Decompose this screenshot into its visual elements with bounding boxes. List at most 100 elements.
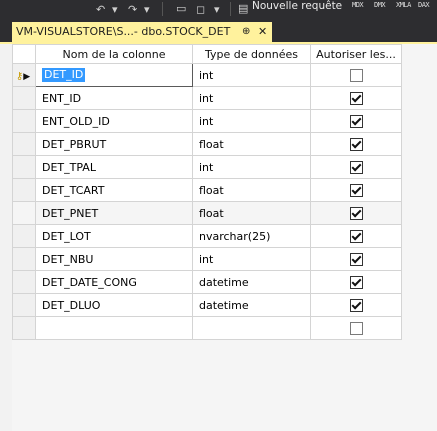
column-name-cell[interactable]: DET_PBRUT — [35, 132, 193, 156]
mdx-query-button[interactable]: MDX — [352, 1, 364, 9]
column-name-text: DET_TPAL — [42, 160, 96, 174]
allow-nulls-cell — [310, 247, 402, 271]
data-type-cell[interactable]: int — [192, 155, 311, 179]
row-selector-primary-key[interactable]: ⚷▶ — [12, 63, 36, 87]
table-row[interactable]: DET_DATE_CONG datetime — [12, 270, 402, 294]
allow-nulls-checkbox[interactable] — [349, 91, 363, 105]
data-type-header[interactable]: Type de données — [192, 44, 311, 64]
column-name-cell[interactable] — [35, 316, 193, 340]
row-selector[interactable] — [12, 132, 36, 156]
dax-query-button[interactable]: DAX — [418, 1, 430, 9]
data-type-cell[interactable]: datetime — [192, 293, 311, 317]
grid-header-row: Nom de la colonne Type de données Autori… — [12, 44, 402, 64]
column-name-cell[interactable]: DET_DATE_CONG — [35, 270, 193, 294]
allow-nulls-checkbox[interactable] — [349, 68, 363, 82]
column-name-cell[interactable]: DET_LOT — [35, 224, 193, 248]
data-type-cell[interactable]: datetime — [192, 270, 311, 294]
data-type-text: datetime — [199, 275, 249, 289]
column-name-cell[interactable]: ENT_ID — [35, 86, 193, 110]
allow-nulls-checkbox[interactable] — [349, 160, 363, 174]
data-type-text: int — [199, 160, 214, 174]
column-name-header[interactable]: Nom de la colonne — [35, 44, 193, 64]
allow-nulls-cell — [310, 63, 402, 87]
table-row[interactable]: DET_DLUO datetime — [12, 293, 402, 317]
column-name-text: DET_PBRUT — [42, 137, 107, 151]
open-folder-icon[interactable]: ▭ — [176, 2, 186, 15]
column-name-cell[interactable]: DET_NBU — [35, 247, 193, 271]
table-row[interactable]: DET_PBRUT float — [12, 132, 402, 156]
new-query-button[interactable]: Nouvelle requête — [252, 0, 342, 12]
row-selector[interactable] — [12, 247, 36, 271]
data-type-cell[interactable]: float — [192, 178, 311, 202]
data-type-cell[interactable]: int — [192, 63, 311, 87]
undo-icon[interactable]: ↶ — [96, 3, 105, 16]
allow-nulls-checkbox[interactable] — [349, 137, 363, 151]
allow-nulls-cell — [310, 201, 402, 225]
column-name-cell[interactable]: DET_PNET — [35, 201, 193, 225]
allow-nulls-checkbox[interactable] — [349, 275, 363, 289]
allow-nulls-checkbox[interactable] — [349, 183, 363, 197]
allow-nulls-checkbox[interactable] — [349, 298, 363, 312]
data-type-cell[interactable] — [192, 316, 311, 340]
row-selector[interactable] — [12, 224, 36, 248]
column-name-cell[interactable]: DET_ID — [35, 63, 193, 87]
data-type-cell[interactable]: float — [192, 201, 311, 225]
data-type-cell[interactable]: int — [192, 109, 311, 133]
row-selector[interactable] — [12, 178, 36, 202]
allow-nulls-cell — [310, 155, 402, 179]
table-row[interactable]: ENT_ID int — [12, 86, 402, 110]
column-name-text: ENT_ID — [42, 91, 82, 105]
new-query-icon[interactable]: ▤ — [238, 2, 248, 15]
data-type-text: datetime — [199, 298, 249, 312]
table-row[interactable]: ⚷▶ DET_ID int — [12, 63, 402, 87]
table-row[interactable]: DET_PNET float — [12, 201, 402, 225]
allow-nulls-cell — [310, 132, 402, 156]
allow-nulls-checkbox[interactable] — [349, 321, 363, 335]
column-name-text: DET_DLUO — [42, 298, 101, 312]
allow-nulls-checkbox[interactable] — [349, 206, 363, 220]
corner-cell — [12, 44, 36, 64]
close-icon[interactable]: ✕ — [258, 22, 267, 42]
row-selector[interactable] — [12, 270, 36, 294]
pin-icon[interactable]: ⊕ — [242, 22, 250, 42]
data-type-text: nvarchar(25) — [199, 229, 271, 243]
redo-icon[interactable]: ↷ — [128, 3, 137, 16]
data-type-cell[interactable]: int — [192, 247, 311, 271]
dmx-query-button[interactable]: DMX — [374, 1, 386, 9]
row-selector[interactable] — [12, 201, 36, 225]
allow-nulls-header[interactable]: Autoriser les... — [310, 44, 402, 64]
allow-nulls-cell — [310, 109, 402, 133]
data-type-cell[interactable]: nvarchar(25) — [192, 224, 311, 248]
table-row[interactable]: ENT_OLD_ID int — [12, 109, 402, 133]
save-dropdown-icon[interactable]: ▾ — [214, 3, 220, 16]
row-selector[interactable] — [12, 155, 36, 179]
document-tab-strip: VM-VISUALSTORE\S...- dbo.STOCK_DET ⊕ ✕ — [0, 20, 437, 42]
table-row[interactable]: DET_TPAL int — [12, 155, 402, 179]
column-name-text: DET_PNET — [42, 206, 99, 220]
data-type-cell[interactable]: int — [192, 86, 311, 110]
data-type-cell[interactable]: float — [192, 132, 311, 156]
row-selector[interactable] — [12, 293, 36, 317]
document-tab[interactable]: VM-VISUALSTORE\S...- dbo.STOCK_DET ⊕ ✕ — [12, 22, 272, 42]
table-row[interactable] — [12, 316, 402, 340]
column-name-text: DET_NBU — [42, 252, 94, 266]
allow-nulls-checkbox[interactable] — [349, 252, 363, 266]
allow-nulls-checkbox[interactable] — [349, 114, 363, 128]
undo-dropdown-icon[interactable]: ▾ — [112, 3, 118, 16]
redo-dropdown-icon[interactable]: ▾ — [144, 3, 150, 16]
allow-nulls-checkbox[interactable] — [349, 229, 363, 243]
save-icon[interactable]: ◻ — [196, 3, 205, 16]
row-selector[interactable] — [12, 109, 36, 133]
table-row[interactable]: DET_TCART float — [12, 178, 402, 202]
column-name-cell[interactable]: ENT_OLD_ID — [35, 109, 193, 133]
xmla-query-button[interactable]: XMLA — [396, 1, 411, 9]
column-name-cell[interactable]: DET_TPAL — [35, 155, 193, 179]
table-row[interactable]: DET_NBU int — [12, 247, 402, 271]
allow-nulls-cell — [310, 270, 402, 294]
row-selector[interactable] — [12, 316, 36, 340]
toolbar: ↶ ▾ ↷ ▾ ▭ ◻ ▾ ▤ Nouvelle requête MDX DMX… — [0, 0, 437, 20]
row-selector[interactable] — [12, 86, 36, 110]
table-row[interactable]: DET_LOT nvarchar(25) — [12, 224, 402, 248]
column-name-cell[interactable]: DET_DLUO — [35, 293, 193, 317]
column-name-cell[interactable]: DET_TCART — [35, 178, 193, 202]
